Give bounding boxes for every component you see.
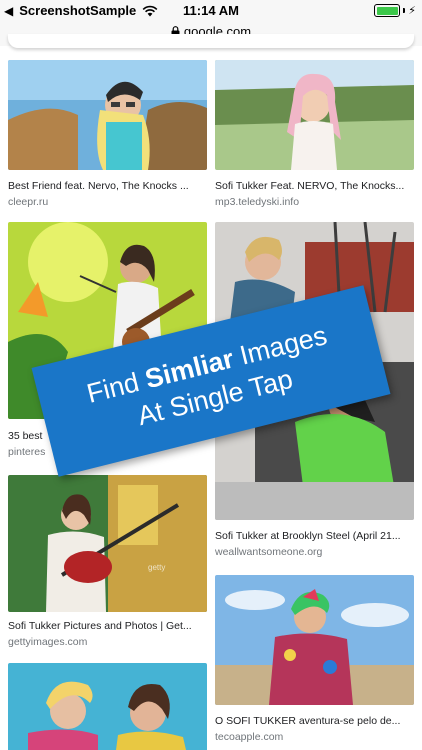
result-card-1[interactable]: Best Friend feat. Nervo, The Knocks ... … [8,60,207,210]
charging-icon: ⚡ [408,5,416,17]
result-source-4: weallwantsomeone.org [215,546,323,558]
result-image-5[interactable]: getty [8,475,207,612]
result-card-7[interactable] [8,663,207,750]
result-caption-2[interactable]: Sofi Tukker Feat. NERVO, The Knocks... [215,180,414,192]
result-source-1: cleepr.ru [8,196,49,208]
result-card-2[interactable]: Sofi Tukker Feat. NERVO, The Knocks... m… [215,60,414,210]
result-caption-6[interactable]: O SOFI TUKKER aventura-se pelo de... [215,715,414,727]
result-caption-5[interactable]: Sofi Tukker Pictures and Photos | Get... [8,620,207,632]
clock: 11:14 AM [183,3,239,18]
result-source-6: tecoapple.com [215,731,284,743]
result-image-1[interactable] [8,60,207,170]
result-caption-1[interactable]: Best Friend feat. Nervo, The Knocks ... [8,180,207,192]
battery-indicator: ⚡ [374,4,416,17]
result-image-6[interactable] [215,575,414,705]
result-image-7[interactable] [8,663,207,750]
result-card-5[interactable]: getty Sofi Tukker Pictures and Photos | … [8,475,207,650]
result-image-2[interactable] [215,60,414,170]
result-card-6[interactable]: O SOFI TUKKER aventura-se pelo de... tec… [215,575,414,750]
battery-icon [374,4,401,17]
result-source-5: gettyimages.com [8,636,88,648]
svg-text:getty: getty [148,563,165,572]
search-box-edge [8,34,414,48]
status-bar: ◀ ScreenshotSample 11:14 AM ⚡ [0,0,422,22]
result-caption-4[interactable]: Sofi Tukker at Brooklyn Steel (April 21.… [215,530,414,542]
result-source-2: mp3.teledyski.info [215,196,300,208]
